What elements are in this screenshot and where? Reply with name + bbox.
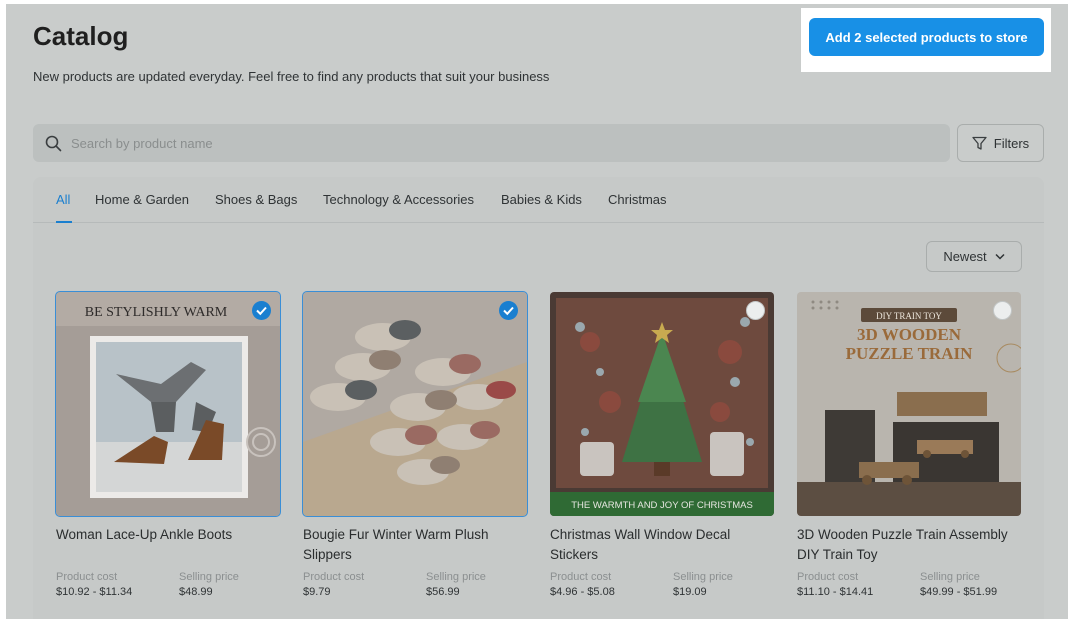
tab-all[interactable]: All — [56, 192, 70, 207]
product-cost-value: $9.79 — [303, 586, 331, 598]
product-card[interactable]: DIY TRAIN TOY 3D WOODEN PUZZLE TRAIN 3D … — [797, 292, 1021, 612]
product-cost-value: $11.10 - $14.41 — [797, 586, 874, 598]
product-banner-text: THE WARMTH AND JOY OF CHRISTMAS — [571, 500, 753, 511]
chevron-down-icon — [995, 253, 1005, 260]
product-banner-tag: DIY TRAIN TOY — [876, 311, 942, 321]
check-icon — [256, 306, 267, 316]
product-banner-line: 3D WOODEN — [857, 325, 962, 344]
page-title: Catalog — [33, 21, 129, 51]
unselected-checkbox[interactable] — [746, 301, 765, 320]
selling-price-value: $19.09 — [673, 586, 707, 598]
selected-checkbox[interactable] — [252, 301, 271, 320]
unselected-checkbox[interactable] — [993, 301, 1012, 320]
selling-price-label: Selling price — [920, 571, 980, 583]
product-cost-label: Product cost — [797, 571, 859, 583]
sort-label: Newest — [943, 249, 987, 264]
product-banner-line: PUZZLE TRAIN — [846, 344, 973, 363]
product-card[interactable]: THE WARMTH AND JOY OF CHRISTMAS Christma… — [550, 292, 774, 612]
tab-christmas[interactable]: Christmas — [608, 192, 667, 207]
product-name[interactable]: Christmas Wall Window Decal Stickers — [550, 525, 765, 565]
tab-technology-accessories[interactable]: Technology & Accessories — [323, 192, 474, 207]
search-icon — [45, 135, 62, 151]
product-banner-text: BE STYLISHLY WARM — [85, 305, 228, 320]
product-name[interactable]: Woman Lace-Up Ankle Boots — [56, 525, 271, 545]
product-cost-label: Product cost — [56, 571, 118, 583]
product-cost-value: $4.96 - $5.08 — [550, 586, 615, 598]
tab-babies-kids[interactable]: Babies & Kids — [501, 192, 582, 207]
selling-price-label: Selling price — [673, 571, 733, 583]
selling-price-value: $49.99 - $51.99 — [920, 586, 998, 598]
product-cost-label: Product cost — [550, 571, 612, 583]
filter-icon — [972, 136, 987, 150]
tab-home-garden[interactable]: Home & Garden — [95, 192, 189, 207]
product-cost-label: Product cost — [303, 571, 365, 583]
search-input[interactable] — [71, 135, 921, 151]
active-tab-indicator — [56, 221, 72, 223]
product-image[interactable]: BE STYLISHLY WARM — [55, 291, 281, 517]
check-icon — [503, 306, 514, 316]
product-card[interactable]: BE STYLISHLY WARM Woman Lace-Up Ankle Bo… — [55, 291, 281, 612]
selling-price-value: $48.99 — [179, 586, 213, 598]
add-selected-to-store-button[interactable]: Add 2 selected products to store — [809, 18, 1044, 56]
page-subtitle: New products are updated everyday. Feel … — [33, 69, 550, 84]
product-image[interactable]: DIY TRAIN TOY 3D WOODEN PUZZLE TRAIN — [797, 292, 1021, 516]
product-name[interactable]: Bougie Fur Winter Warm Plush Slippers — [303, 525, 518, 565]
filters-button[interactable]: Filters — [957, 124, 1044, 162]
product-image[interactable] — [302, 291, 528, 517]
sort-dropdown[interactable]: Newest — [926, 241, 1022, 272]
filters-label: Filters — [993, 135, 1030, 151]
catalog-page: Catalog New products are updated everyda… — [6, 4, 1068, 619]
selling-price-value: $56.99 — [426, 586, 460, 598]
selling-price-label: Selling price — [179, 571, 239, 583]
selected-checkbox[interactable] — [499, 301, 518, 320]
tab-shoes-bags[interactable]: Shoes & Bags — [215, 192, 297, 207]
selling-price-label: Selling price — [426, 571, 486, 583]
product-cost-value: $10.92 - $11.34 — [56, 586, 133, 598]
product-name[interactable]: 3D Wooden Puzzle Train Assembly DIY Trai… — [797, 525, 1012, 565]
catalog-panel: All Home & Garden Shoes & Bags Technolog… — [33, 177, 1044, 619]
product-image[interactable]: THE WARMTH AND JOY OF CHRISTMAS — [550, 292, 774, 516]
search-bar — [33, 124, 950, 162]
product-card[interactable]: Bougie Fur Winter Warm Plush Slippers Pr… — [302, 291, 528, 612]
category-tabs: All Home & Garden Shoes & Bags Technolog… — [33, 177, 1044, 223]
